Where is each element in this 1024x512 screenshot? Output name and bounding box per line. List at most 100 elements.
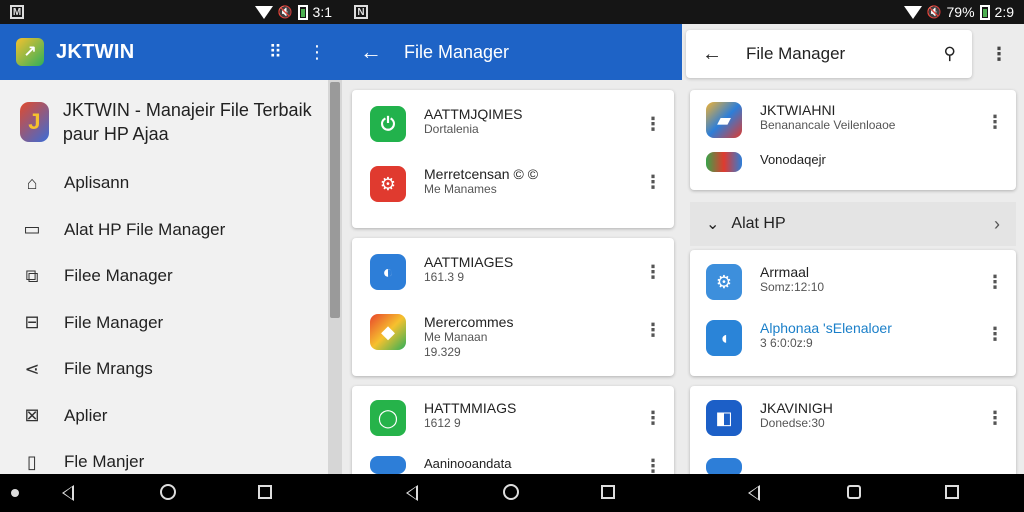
notification-icon: M [10, 5, 24, 19]
list-item[interactable]: Vonodaqejr [706, 152, 826, 172]
power-icon: ⏻ [370, 106, 406, 142]
item-title: Merercommes [424, 314, 514, 330]
app-icon: ◧ [706, 400, 742, 436]
more-options-icon[interactable]: ⋮ [986, 112, 1004, 133]
item-subtitle: 1612 9 [424, 416, 461, 430]
app-icon: ▰ [706, 102, 742, 138]
item-title-link[interactable]: Alphonaa 'sElenaloer [760, 320, 892, 336]
drawer-item-label: File Mrangs [64, 359, 153, 379]
list-item[interactable]: ⚙ Merretcensan © © Me Manames [370, 166, 538, 202]
drawer-item[interactable]: ⊟ File Manager [0, 300, 342, 347]
more-options-icon[interactable]: ⋮ [644, 114, 662, 135]
briefcase-icon: ⊟ [24, 312, 40, 333]
file-manager-panel: ← File Manager ⏻ AATTMJQIMES Dortalenia ⋮… [342, 24, 682, 486]
more-options-icon[interactable]: ⋮ [986, 272, 1004, 293]
nav-home-icon[interactable] [160, 484, 176, 500]
item-subtitle: Benanancale Veilenloaoe [760, 118, 896, 132]
list-item[interactable]: ◧ JKAVINIGH Donedse:30 [706, 400, 833, 436]
screen: M 🔇 3:1 N 🔇 79% 2:9 ↗ JKTWIN ⠿ ⋮ J JKTWI… [0, 0, 1024, 512]
wifi-icon [903, 5, 922, 19]
chat-icon: ◯ [370, 400, 406, 436]
app-card: ◯ HATTMMIAGS 1612 9 ⋮ Aaninooandata ⋮ [352, 386, 674, 486]
status-bar-left: M 🔇 3:1 [0, 0, 342, 24]
battery-icon [297, 4, 308, 20]
settings-icon: ⚙ [706, 264, 742, 300]
app-bar: ← File Manager [342, 24, 682, 80]
app-icon: ◐ [370, 254, 406, 290]
list-item[interactable]: ◖ Alphonaa 'sElenaloer 3 6:0:0z:9 [706, 320, 892, 356]
item-title: Aaninooandata [424, 456, 512, 471]
list-item[interactable]: ⚙ Arrmaal Somz:12:10 [706, 264, 824, 300]
nav-home-icon[interactable] [847, 485, 861, 499]
nav-recents-icon[interactable] [258, 485, 272, 499]
drawer-menu: ⌂ Aplisann ▭ Alat HP File Manager ⧉ Filee M… [0, 160, 342, 486]
app-icon [706, 152, 742, 172]
drawer-panel: ↗ JKTWIN ⠿ ⋮ J JKTWIN - Manajeir File Te… [0, 24, 342, 474]
overflow-menu-icon[interactable]: ⋮ [990, 44, 1008, 65]
more-options-icon[interactable]: ⋮ [644, 408, 662, 429]
drawer-title: JKTWIN - Manajeir File Terbaik paur HP A… [62, 100, 312, 144]
list-item[interactable]: ◐ AATTMIAGES 161.3 9 [370, 254, 513, 290]
drawer-item[interactable]: ⊠ Aplier [0, 393, 342, 440]
page-title: File Manager [404, 41, 510, 62]
item-title: AATTMIAGES [424, 254, 514, 270]
file-icon: ▯ [27, 451, 37, 472]
nav-indicator-icon [11, 489, 19, 497]
drawer-item[interactable]: ⧉ Filee Manager [0, 253, 342, 300]
list-item[interactable]: ◆ Merercommes Me Manaan 19.329 [370, 314, 513, 360]
battery-percent: 79% [946, 4, 975, 20]
nav-recents-icon[interactable] [601, 485, 615, 499]
app-icon [370, 456, 406, 474]
drawer-header: J JKTWIN - Manajeir File Terbaik paur HP… [0, 80, 342, 160]
apps-grid-icon[interactable]: ⠿ [269, 42, 282, 63]
section-header[interactable]: ⌄ Alat HP › [690, 202, 1016, 246]
item-title: JKTWIAHNI [760, 102, 836, 118]
item-title: AATTMJQIMES [424, 106, 523, 122]
drawer-item-label: Filee Manager [64, 266, 173, 286]
nav-back-icon[interactable] [748, 485, 760, 501]
item-title: Merretcensan © © [424, 166, 539, 182]
nav-back-icon[interactable] [406, 485, 418, 501]
list-item[interactable]: ▰ JKTWIAHNI Benanancale Veilenloaoe [706, 102, 895, 138]
list-item[interactable]: Aaninooandata [370, 456, 511, 474]
item-title: Arrmaal [760, 264, 810, 280]
more-options-icon[interactable]: ⋮ [986, 408, 1004, 429]
app-card: ▰ JKTWIAHNI Benanancale Veilenloaoe ⋮ Von… [690, 90, 1016, 190]
drawer-item[interactable]: ▭ Alat HP File Manager [0, 207, 342, 254]
more-options-icon[interactable]: ⋮ [644, 320, 662, 341]
drawer-item-label: File Manager [64, 312, 164, 332]
drawer-item-label: Aplisann [64, 173, 130, 193]
clock: 3:1 [312, 4, 332, 20]
scrollbar-thumb[interactable] [330, 82, 340, 318]
nav-recents-icon[interactable] [945, 485, 959, 499]
more-options-icon[interactable]: ⋮ [986, 324, 1004, 345]
item-subtitle: Dortalenia [424, 122, 479, 136]
drawer-item-label: Alat HP File Manager [64, 219, 226, 239]
settings-icon: ⚙ [370, 166, 406, 202]
file-manager-panel-alt: ← File Manager ⚲ ⋮ ▰ JKTWIAHNI Benanancal… [682, 24, 1024, 486]
crop-icon: ⊠ [24, 405, 40, 426]
nav-home-icon[interactable] [503, 484, 519, 500]
share-icon: ⋖ [24, 358, 40, 379]
list-item[interactable]: ⏻ AATTMJQIMES Dortalenia [370, 106, 523, 142]
folder-icon: ▭ [23, 219, 41, 240]
list-item[interactable]: ◯ HATTMMIAGS 1612 9 [370, 400, 516, 436]
clock: 2:9 [994, 4, 1014, 20]
more-options-icon[interactable]: ⋮ [644, 172, 662, 193]
back-arrow-icon[interactable]: ← [360, 39, 382, 65]
store-icon: ⌂ [26, 172, 38, 193]
search-icon[interactable]: ⚲ [944, 44, 956, 64]
search-app-bar: ← File Manager ⚲ [686, 30, 972, 78]
drawer-item[interactable]: ⌂ Aplisann [0, 160, 342, 207]
nav-back-icon[interactable] [62, 485, 74, 501]
page-title: File Manager [746, 44, 846, 63]
app-icon: ◆ [370, 314, 406, 350]
chevron-right-icon: › [994, 213, 1000, 234]
battery-icon [979, 4, 990, 20]
back-arrow-icon[interactable]: ← [702, 43, 722, 66]
overflow-menu-icon[interactable]: ⋮ [308, 42, 326, 63]
more-options-icon[interactable]: ⋮ [644, 262, 662, 283]
drawer-item[interactable]: ⋖ File Mrangs [0, 346, 342, 393]
notification-icon: N [354, 5, 368, 19]
wifi-icon [254, 5, 273, 19]
